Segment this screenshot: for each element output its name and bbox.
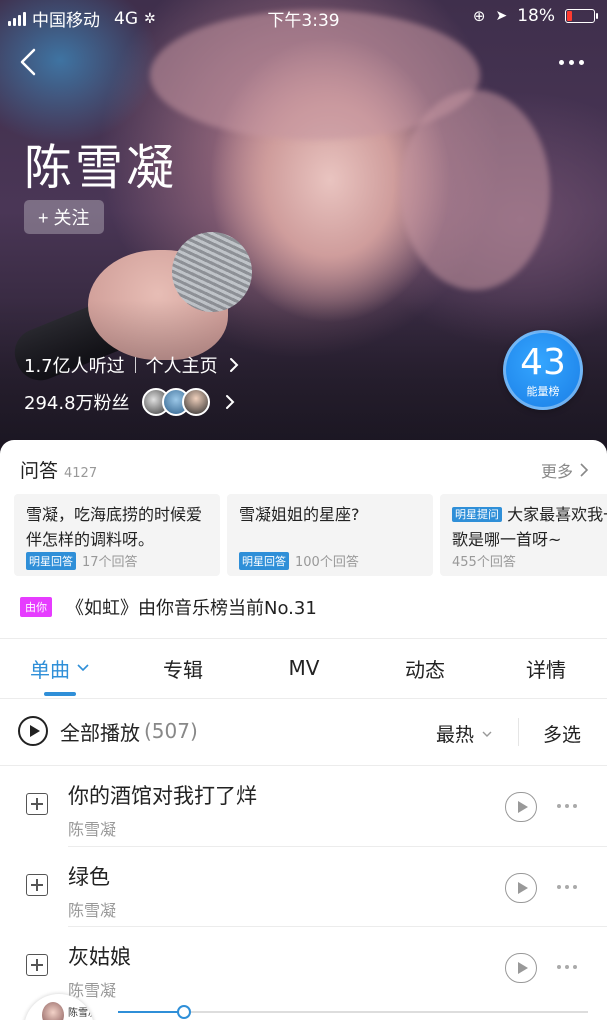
song-row[interactable]: 灰姑娘 陈雪凝 xyxy=(0,927,607,1007)
song-count: (507) xyxy=(144,719,198,743)
play-video-icon[interactable] xyxy=(505,873,537,903)
divider xyxy=(518,718,519,746)
qa-card[interactable]: 雪凝，吃海底捞的时候爱伴怎样的调料呀。 明星回答 17个回答 xyxy=(14,494,220,576)
more-icon[interactable] xyxy=(557,965,577,969)
battery-fill xyxy=(567,11,572,21)
tab-bar: 单曲 专辑 MV 动态 详情 xyxy=(0,640,607,696)
chevron-right-icon xyxy=(229,358,239,372)
battery-icon xyxy=(565,9,598,23)
divider xyxy=(0,638,607,639)
tab-details[interactable]: 详情 xyxy=(506,640,586,696)
qa-count: 4127 xyxy=(64,466,98,481)
qa-answer-count: 100个回答 xyxy=(295,555,359,570)
listen-count: 1.7亿人听过 xyxy=(24,356,125,377)
qa-answer-count: 17个回答 xyxy=(82,555,138,570)
homepage-link[interactable]: 个人主页 xyxy=(146,352,218,378)
chevron-right-icon xyxy=(580,463,589,477)
avatar xyxy=(181,388,210,416)
location-icon: ➤ xyxy=(495,8,508,24)
qa-answer-count: 455个回答 xyxy=(452,555,516,570)
qa-card[interactable]: 明星提问 大家最喜欢我一首歌是哪一首呀~ 455个回答 xyxy=(440,494,607,576)
add-icon[interactable] xyxy=(26,793,48,815)
play-video-icon[interactable] xyxy=(505,953,537,983)
progress-fill xyxy=(118,1011,184,1013)
back-button[interactable] xyxy=(14,44,46,80)
more-icon[interactable] xyxy=(557,885,577,889)
qa-header: 问答 4127 xyxy=(20,456,97,483)
song-artist: 陈雪凝 xyxy=(68,820,117,839)
qa-question: 雪凝，吃海底捞的时候爱伴怎样的调料呀。 xyxy=(26,505,203,549)
promo-badge: 由你 xyxy=(20,597,52,617)
qa-more-link[interactable]: 更多 xyxy=(541,458,589,482)
tab-active-indicator xyxy=(44,692,76,696)
playback-progress-bar[interactable] xyxy=(118,1005,588,1019)
song-artist: 陈雪凝 xyxy=(68,901,117,920)
mini-player[interactable]: 陈雪凝 xyxy=(0,994,607,1020)
tab-activity[interactable]: 动态 xyxy=(385,640,465,696)
now-playing-cover[interactable]: 陈雪凝 xyxy=(24,994,94,1020)
song-row[interactable]: 你的酒馆对我打了烊 陈雪凝 xyxy=(0,766,607,846)
tab-label: 单曲 xyxy=(30,657,70,682)
tab-mv[interactable]: MV xyxy=(264,640,344,696)
fans-row[interactable]: 294.8万粉丝 xyxy=(24,388,236,416)
orientation-lock-icon: ⊕ xyxy=(472,7,486,25)
play-all-label: 全部播放 xyxy=(60,720,140,745)
multi-select-button[interactable]: 多选 xyxy=(543,720,581,747)
tab-singles[interactable]: 单曲 xyxy=(20,640,100,696)
add-icon[interactable] xyxy=(26,874,48,896)
qa-card-list: 雪凝，吃海底捞的时候爱伴怎样的调料呀。 明星回答 17个回答 雪凝姐姐的星座? … xyxy=(14,494,607,576)
qa-tag: 明星回答 xyxy=(26,551,76,570)
artist-content: 问答 4127 更多 雪凝，吃海底捞的时候爱伴怎样的调料呀。 明星回答 17个回… xyxy=(0,440,607,1020)
qa-more-label: 更多 xyxy=(540,462,573,481)
sort-label: 最热 xyxy=(436,724,475,746)
rank-label: 能量榜 xyxy=(526,385,560,398)
energy-rank-badge[interactable]: 43 能量榜 xyxy=(503,330,583,410)
cover-portrait xyxy=(42,1002,64,1020)
more-icon[interactable] xyxy=(557,804,577,808)
qa-tag: 明星提问 xyxy=(452,507,502,522)
song-title: 你的酒馆对我打了烊 xyxy=(68,784,257,808)
qa-question: 雪凝姐姐的星座? xyxy=(239,505,360,524)
add-icon[interactable] xyxy=(26,954,48,976)
chevron-left-icon xyxy=(20,48,36,76)
qa-tag: 明星回答 xyxy=(239,551,289,570)
now-playing-artist: 陈雪凝 xyxy=(68,1008,94,1019)
qa-card[interactable]: 雪凝姐姐的星座? 明星回答 100个回答 xyxy=(227,494,433,576)
chevron-right-icon xyxy=(225,395,234,409)
rank-number: 43 xyxy=(520,342,566,383)
promo-text: 《如虹》由你音乐榜当前No.31 xyxy=(66,598,317,619)
play-circle-icon xyxy=(18,716,48,746)
fan-count: 294.8万粉丝 xyxy=(24,393,130,414)
chevron-down-icon xyxy=(77,664,89,672)
song-row[interactable]: 绿色 陈雪凝 xyxy=(0,847,607,927)
song-title: 绿色 xyxy=(68,865,110,889)
hero-photo-hair-side xyxy=(400,90,550,290)
follow-button[interactable]: + 关注 xyxy=(24,200,104,234)
chevron-down-icon xyxy=(482,731,492,737)
sort-dropdown[interactable]: 最热 xyxy=(436,720,492,747)
divider xyxy=(0,698,607,699)
artist-hero: 中国移动 4G ✲ 下午3:39 ⊕ ➤ 18% 陈雪凝 + 关注 1.7亿人听… xyxy=(0,0,607,470)
battery-percent: 18% xyxy=(517,6,555,26)
progress-handle[interactable] xyxy=(176,1005,191,1019)
song-title: 灰姑娘 xyxy=(68,945,131,969)
divider xyxy=(134,357,136,373)
play-video-icon[interactable] xyxy=(505,792,537,822)
play-all-button[interactable]: 全部播放 (507) xyxy=(18,716,198,746)
fan-avatars xyxy=(141,388,210,416)
status-bar: 中国移动 4G ✲ 下午3:39 ⊕ ➤ 18% xyxy=(0,0,607,32)
tab-albums[interactable]: 专辑 xyxy=(143,640,223,696)
qa-title: 问答 xyxy=(20,460,59,482)
chart-promo[interactable]: 由你 《如虹》由你音乐榜当前No.31 xyxy=(20,594,317,620)
artist-name: 陈雪凝 xyxy=(24,140,178,196)
more-options-button[interactable] xyxy=(553,52,589,72)
